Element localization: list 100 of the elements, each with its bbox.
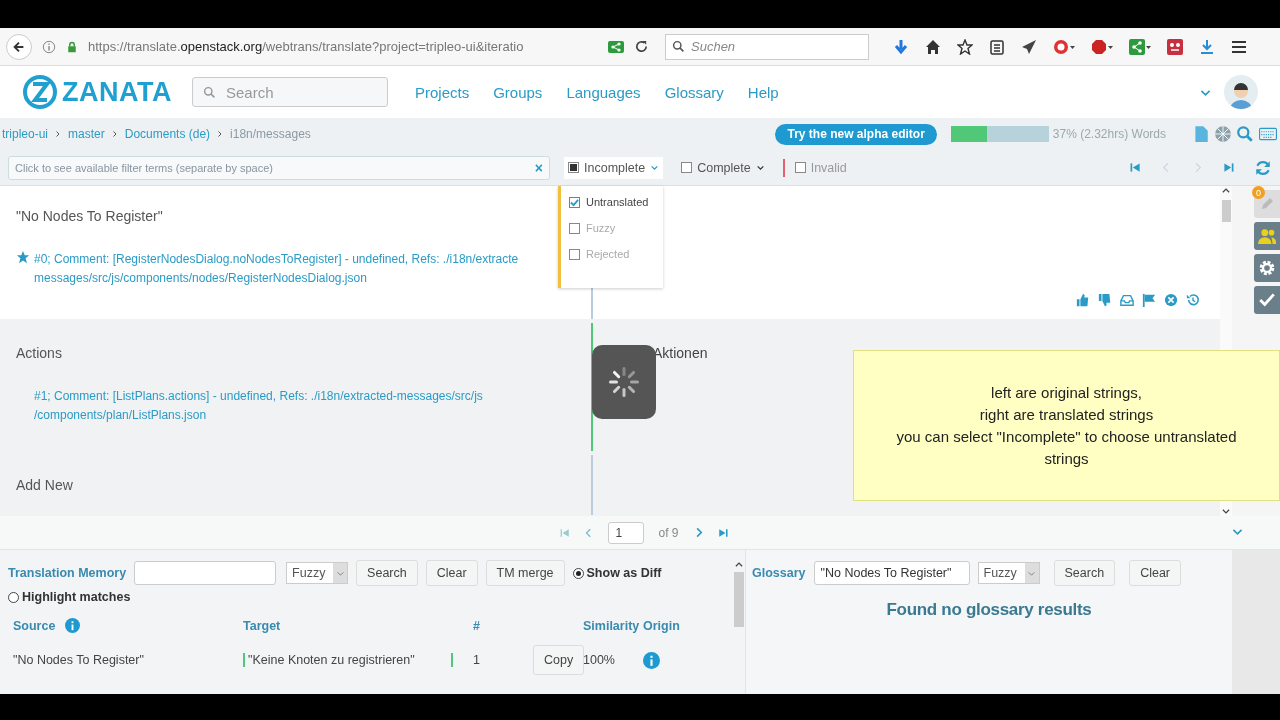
target-icon[interactable] [1053, 38, 1075, 55]
radio-button[interactable] [572, 567, 584, 579]
tm-button[interactable]: Search [356, 560, 418, 586]
document-icon[interactable] [1192, 125, 1210, 143]
table-cell-text: "No Nodes To Register" [13, 653, 145, 667]
mode-select[interactable]: Fuzzy [286, 562, 349, 584]
logo-icon [22, 74, 58, 110]
status-filter[interactable]: Complete [677, 156, 769, 179]
lock-icon [66, 39, 78, 54]
users-button[interactable] [1254, 222, 1280, 250]
back-button[interactable] [6, 33, 32, 60]
chevron-down-icon [755, 163, 765, 172]
menu-checkbox[interactable] [569, 196, 580, 208]
chevron-down-icon [650, 163, 660, 172]
scrollbar-thumb[interactable] [734, 572, 744, 627]
avatar[interactable] [1224, 75, 1258, 109]
pencil-icon [1259, 196, 1275, 212]
last-page-icon[interactable] [1223, 162, 1234, 173]
inbox-icon[interactable] [1120, 293, 1134, 307]
chevron-right-icon [110, 130, 119, 138]
tm-button[interactable]: TM merge [485, 560, 565, 586]
last-page-icon[interactable] [717, 527, 728, 538]
flag-icon[interactable] [1142, 293, 1156, 307]
settings-button[interactable] [1254, 254, 1280, 282]
page-count: of 9 [658, 525, 679, 540]
filter-checkbox[interactable] [681, 162, 693, 173]
mode-select[interactable]: Fuzzy [977, 562, 1040, 584]
filter-checkbox[interactable] [568, 162, 579, 173]
settings-icon [1258, 259, 1276, 277]
keyboard-icon[interactable] [1258, 125, 1278, 143]
stop-sign-icon[interactable] [1091, 38, 1113, 55]
radio-button[interactable] [8, 591, 19, 603]
tm-button[interactable]: Clear [425, 560, 478, 586]
thumbs-up-icon[interactable] [1076, 293, 1090, 307]
menu-icon[interactable] [1231, 38, 1247, 55]
home-icon[interactable] [925, 38, 941, 55]
close-icon[interactable] [1164, 293, 1178, 307]
glossary-button[interactable]: Search [1053, 560, 1116, 586]
search-icon [672, 40, 685, 53]
tm-search-field[interactable] [134, 561, 277, 585]
column-header: # [473, 618, 480, 633]
info-icon [42, 39, 56, 54]
comment-text: #0; Comment: [RegisterNodesDialog.noNodesToRegister] - undefined, Refs: ./i18n/extracte messages/src/js/components/nodes/RegisterNodesDialog.json [34, 251, 519, 287]
reload-icon[interactable] [634, 39, 649, 54]
source-text: "No Nodes To Register" [16, 208, 164, 224]
thumbs-down-icon[interactable] [1098, 293, 1112, 307]
check-button[interactable] [1254, 286, 1280, 314]
browser-search-field[interactable]: Suchen [665, 33, 869, 60]
progress-reading: 37% (2.32hrs) Words [1052, 127, 1166, 141]
scroll-up-icon[interactable] [734, 560, 744, 570]
first-page-icon[interactable] [1130, 162, 1141, 173]
count-badge: 0 [1252, 186, 1265, 199]
table-cell: "Keine Knoten zu registrieren" [243, 653, 453, 667]
copy-button[interactable]: Copy [533, 645, 585, 675]
refresh-icon[interactable] [1254, 158, 1272, 177]
target-text: Aktionen [653, 345, 708, 361]
smiley-icon[interactable] [1167, 38, 1183, 55]
info-icon[interactable] [65, 618, 81, 633]
panel-label: Translation Memory [8, 566, 127, 580]
column-header: Origin [643, 618, 680, 633]
download-arrow-icon[interactable] [893, 38, 909, 55]
panel-label: Glossary [752, 566, 806, 580]
first-page-icon[interactable] [560, 527, 571, 538]
scroll-up-icon[interactable] [1221, 186, 1231, 196]
filter-checkbox[interactable] [794, 162, 806, 173]
annotation-tooltip: left are original strings, right are translated strings you can select "Incomplete" to choose untranslated strings [853, 350, 1280, 501]
empty-message: Found no glossary results [885, 600, 1093, 620]
column-header: Similarity [583, 618, 640, 633]
radio-option[interactable]: Highlight matches [8, 590, 131, 604]
scroll-down-icon[interactable] [1221, 506, 1231, 516]
check-icon [1258, 291, 1276, 309]
users-icon [1258, 227, 1276, 245]
spinner-icon [607, 365, 641, 399]
menu-option[interactable]: Untranslated [569, 196, 655, 208]
share-icon[interactable] [608, 38, 624, 55]
source-text: Actions [16, 345, 63, 361]
search-icon [203, 85, 216, 99]
paper-plane-icon[interactable] [1021, 38, 1037, 55]
history-icon[interactable] [1186, 293, 1200, 307]
page-field[interactable]: 1 [608, 521, 645, 544]
search-icon[interactable] [1236, 125, 1254, 143]
column-header: Source [13, 618, 56, 633]
scrollbar-thumb[interactable] [1221, 200, 1231, 222]
status-filter[interactable]: Incomplete [564, 156, 664, 179]
globe-icon[interactable] [1214, 125, 1232, 143]
source-text: Add New [16, 477, 74, 493]
glossary-search-field[interactable]: "No Nodes To Register" [813, 561, 970, 585]
radio-option[interactable]: Show as Diff [572, 566, 662, 580]
address-field[interactable]: https://translate.openstack.org/webtrans/translate?project=tripleo-ui&iteratio [88, 33, 598, 60]
table-cell-text: 1 [473, 653, 481, 667]
comment-text: #1; Comment: [ListPlans.actions] - undefined, Refs: ./i18n/extracted-messages/src/js /components/plan/ListPlans.json [34, 388, 483, 424]
column-header: Target [243, 618, 281, 633]
download-icon[interactable] [1199, 38, 1215, 55]
info-icon[interactable] [643, 651, 660, 669]
glossary-button[interactable]: Clear [1129, 560, 1181, 586]
logo-text: ZANATA [62, 76, 172, 108]
clipboard-icon[interactable] [989, 38, 1005, 55]
table-cell-text: 100% [583, 653, 616, 667]
share-icon[interactable] [1129, 38, 1151, 55]
star-icon[interactable] [957, 38, 973, 55]
